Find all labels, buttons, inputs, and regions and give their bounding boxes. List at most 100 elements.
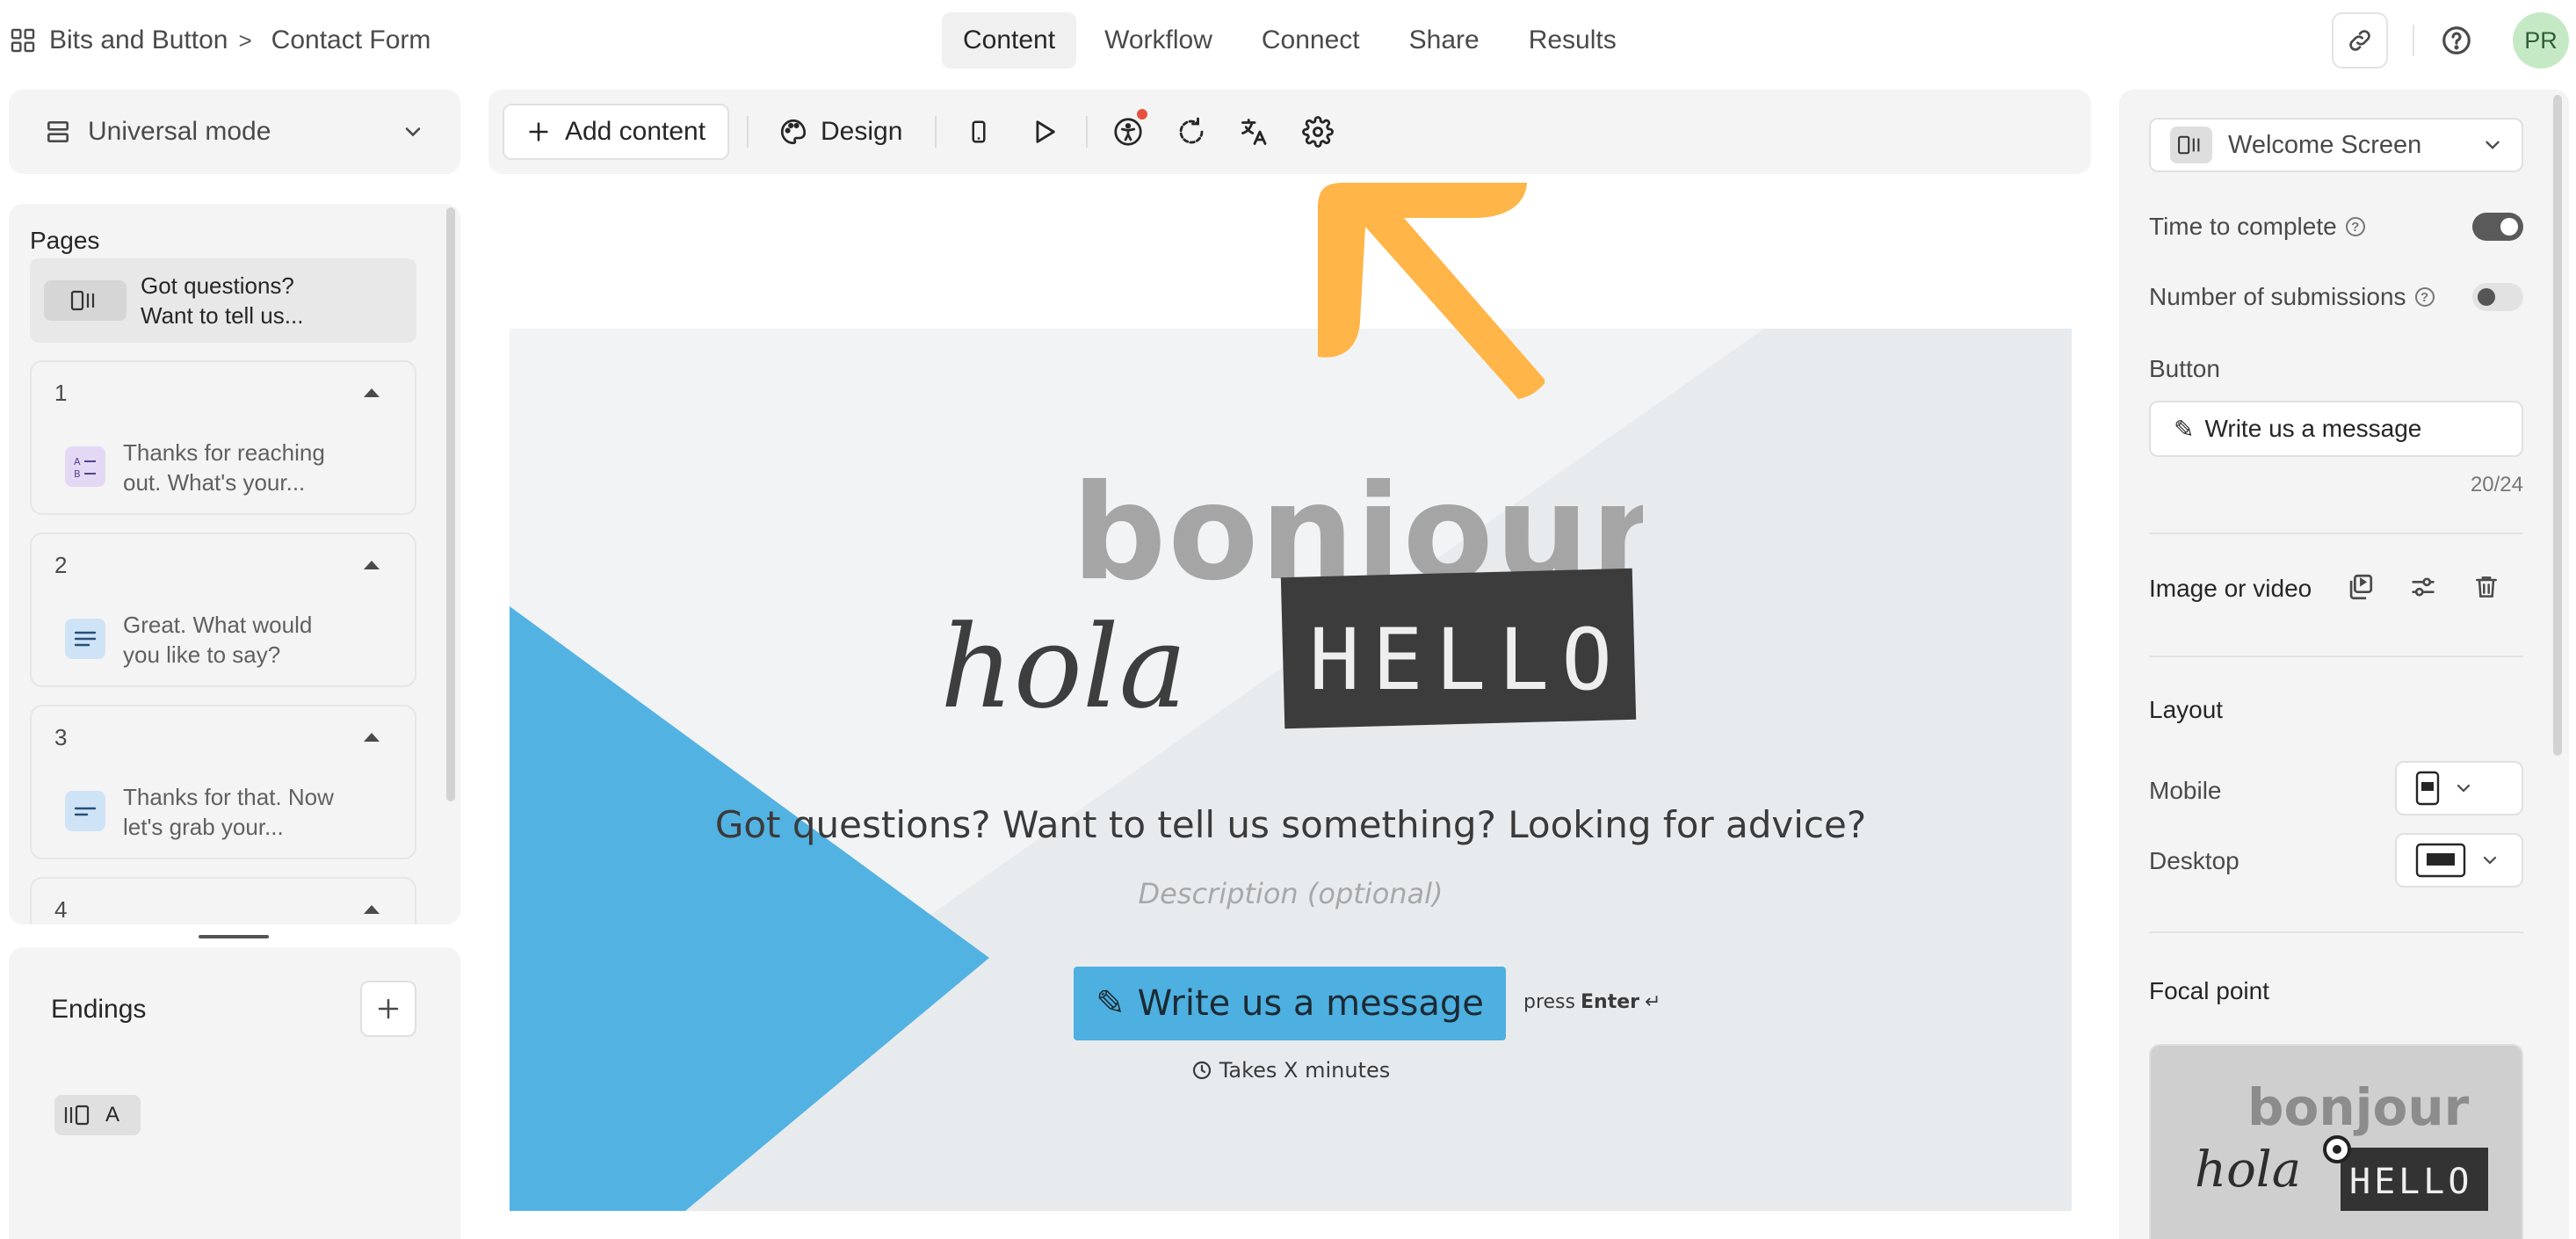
time-to-complete-hint: Takes X minutes [510,1058,2072,1083]
cta-label: Write us a message [1137,983,1484,1024]
thumb-bonjour: bonjour [2247,1077,2470,1137]
collapse-caret-icon[interactable] [364,733,380,742]
sliders-icon [2412,577,2435,597]
layers-icon [44,118,72,146]
preview-play-button[interactable] [1026,114,1061,149]
breadcrumb: Bits and Button > Contact Form [9,19,431,62]
pages-panel: Pages Got questions? Want to tell us... … [9,204,460,924]
tab-share[interactable]: Share [1388,12,1501,69]
page-item[interactable]: 1 AB Thanks for reaching out. What's you… [30,360,416,515]
welcome-screen-icon [44,280,127,321]
page-item[interactable]: 2 Great. What would you like to say? [30,533,416,687]
design-label: Design [821,117,903,146]
screen-type-select[interactable]: Welcome Screen [2149,118,2523,172]
page-item-welcome[interactable]: Got questions? Want to tell us... [30,258,416,343]
logic-button[interactable] [1174,114,1209,149]
editor-toolbar: Add content Design [488,90,2091,174]
image-video-label: Image or video [2149,575,2312,602]
delete-media-button[interactable] [2469,569,2504,605]
properties-scrollbar[interactable] [2553,95,2562,756]
page-item[interactable]: 4 [30,877,416,924]
submissions-toggle[interactable] [2472,283,2523,311]
palette-icon [780,119,807,145]
divider [1086,116,1088,148]
short-text-icon [65,791,105,831]
endings-panel: Endings A [9,947,460,1239]
mobile-preview-button[interactable] [961,114,996,149]
help-button[interactable] [2439,23,2474,58]
design-button[interactable]: Design [778,104,902,160]
replace-media-button[interactable] [2342,569,2377,605]
add-ending-button[interactable] [360,981,416,1037]
submissions-label: Number of submissions [2149,283,2406,310]
hero-hello: HELLO [1309,611,1624,709]
welcome-line2: Want to tell us... [141,302,304,329]
tab-content[interactable]: Content [942,12,1077,69]
button-section-label: Button [2149,355,2220,382]
button-label-input[interactable]: ✎ Write us a message [2149,401,2523,457]
divider [2149,533,2523,534]
properties-panel: Welcome Screen Time to complete ? Number… [2119,90,2569,1239]
apps-grid-icon[interactable] [9,26,37,54]
mobile-layout-select[interactable] [2395,761,2523,815]
help-icon [2442,26,2471,54]
tab-results[interactable]: Results [1508,12,1638,69]
tab-workflow[interactable]: Workflow [1083,12,1234,69]
focal-point-title: Focal point [2149,977,2269,1004]
breadcrumb-workspace[interactable]: Bits and Button [49,25,228,55]
description-input[interactable]: Description (optional) [510,877,2072,910]
time-to-complete-toggle[interactable] [2472,213,2523,241]
translate-button[interactable] [1237,114,1272,149]
ending-label: A [105,1103,120,1127]
write-message-button[interactable]: ✎ Write us a message [1074,967,1506,1040]
mode-select[interactable]: Universal mode [9,90,460,174]
layout-title: Layout [2149,696,2224,723]
trash-icon [2476,576,2497,598]
copy-link-button[interactable] [2332,12,2388,69]
link-icon [2349,30,2370,51]
page-text-line1: Thanks for reaching [123,439,325,466]
form-preview-canvas[interactable]: bonjour hola HELLO Got questions? Want t… [510,329,2072,1211]
long-text-icon [65,619,105,659]
chevron-down-icon [2486,141,2500,149]
collapse-caret-icon[interactable] [364,388,380,397]
add-content-button[interactable]: Add content [503,104,729,160]
divider [2149,931,2523,933]
avatar[interactable]: PR [2513,12,2569,69]
accessibility-button[interactable] [1111,114,1146,149]
thumb-hola: hola [2195,1141,2301,1199]
desktop-layout-select[interactable] [2395,833,2523,888]
gear-icon [1302,116,1334,148]
chevron-down-icon [401,120,425,144]
page-item[interactable]: 3 Thanks for that. Now let's grab your..… [30,705,416,859]
page-number: 1 [54,380,68,406]
divider [935,116,937,148]
breadcrumb-separator: > [238,26,252,54]
collapse-caret-icon[interactable] [364,561,380,569]
focal-point-picker[interactable]: bonjour hola HELLO [2149,1044,2523,1239]
press-key: Enter [1581,991,1639,1013]
welcome-headline[interactable]: Got questions? Want to tell us something… [510,803,2072,846]
resize-handle[interactable] [199,935,269,938]
clock-icon [1192,1061,1211,1080]
plus-icon [529,122,548,141]
welcome-screen-icon [2170,127,2212,163]
ending-item[interactable]: A [54,1095,141,1135]
info-icon[interactable]: ? [2345,217,2365,236]
collapse-caret-icon[interactable] [364,905,380,914]
time-to-complete-row: Time to complete ? [2149,213,2365,241]
svg-text:B: B [74,468,81,480]
breadcrumb-form[interactable]: Contact Form [271,25,431,55]
tab-connect[interactable]: Connect [1241,12,1381,69]
pages-scrollbar[interactable] [446,204,457,801]
play-icon [1036,120,1055,143]
phone-icon [972,120,986,143]
media-settings-button[interactable] [2406,569,2441,605]
top-bar: Bits and Button > Contact Form Content W… [0,0,2576,81]
info-icon[interactable]: ? [2414,287,2435,307]
char-counter: 20/24 [2470,473,2523,496]
ending-screen-icon [64,1105,90,1126]
main-nav-tabs: Content Workflow Connect Share Results [942,12,1638,69]
page-text-line1: Thanks for that. Now [123,784,334,810]
settings-button[interactable] [1300,114,1335,149]
